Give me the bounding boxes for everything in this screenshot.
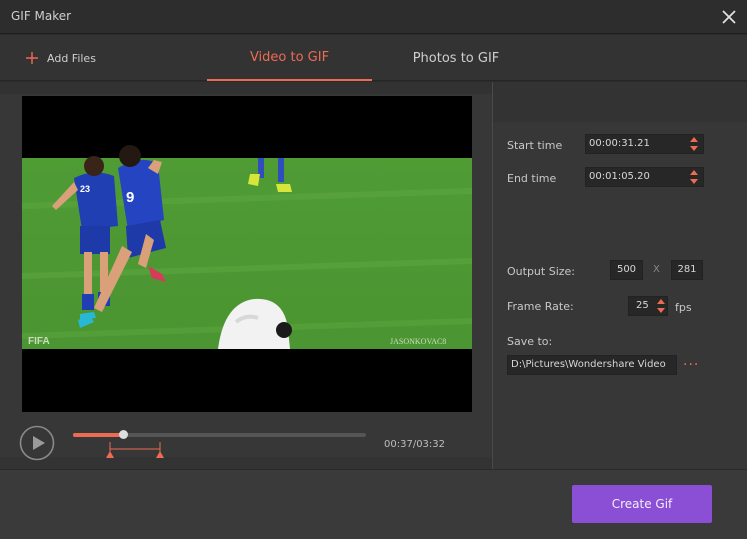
preview-bottom-strip — [0, 457, 492, 469]
title-bar: GIF Maker — [0, 0, 747, 34]
panel-divider — [492, 82, 493, 469]
close-icon[interactable] — [719, 7, 739, 27]
watermark-fifa: FIFA — [28, 336, 50, 347]
timeline-slider[interactable] — [73, 430, 366, 439]
start-time-label: Start time — [507, 139, 563, 152]
frame-rate-label: Frame Rate: — [507, 300, 574, 313]
window-title: GIF Maker — [11, 9, 72, 23]
jersey-number-23: 23 — [80, 184, 90, 194]
footer: Create Gif — [0, 469, 747, 539]
tab-photos-to-gif[interactable]: Photos to GIF — [372, 35, 540, 81]
time-readout: 00:37/03:32 — [384, 439, 446, 450]
frame-rate-spin-arrows-icon[interactable] — [656, 298, 666, 314]
play-icon — [19, 425, 55, 461]
tab-bar: Add Files Video to GIF Photos to GIF — [0, 35, 747, 81]
settings-top-strip — [493, 82, 747, 122]
video-preview: 23 9 FIFA JASONKOVAC8 — [22, 96, 472, 412]
size-separator: X — [653, 264, 660, 275]
timeline-progress — [73, 433, 123, 437]
frame-rate-unit: fps — [675, 301, 692, 314]
jersey-number-9: 9 — [126, 189, 134, 206]
timeline-knob[interactable] — [118, 430, 128, 439]
frame-rate-value: 25 — [636, 300, 649, 311]
end-time-label: End time — [507, 172, 557, 185]
range-end-marker-icon[interactable] — [156, 442, 164, 458]
range-start-marker-icon[interactable] — [106, 442, 114, 458]
save-to-label: Save to: — [507, 335, 553, 348]
plus-icon — [26, 52, 38, 64]
browse-more-icon[interactable]: ··· — [683, 357, 699, 373]
play-button[interactable] — [19, 425, 55, 461]
preview-top-strip — [0, 82, 492, 94]
end-time-input[interactable]: 00:01:05.20 — [585, 167, 704, 187]
start-time-input[interactable]: 00:00:31.21 — [585, 134, 704, 154]
save-path-input[interactable]: D:\Pictures\Wondershare Video — [507, 355, 677, 375]
tab-video-to-gif[interactable]: Video to GIF — [207, 35, 372, 81]
add-files-label: Add Files — [47, 51, 96, 65]
output-width-input[interactable]: 500 — [610, 260, 643, 280]
watermark-channel: JASONKOVAC8 — [390, 337, 446, 346]
end-time-spin-arrows-icon[interactable] — [689, 169, 699, 185]
add-files-button[interactable]: Add Files — [24, 49, 96, 67]
range-markers — [104, 440, 168, 460]
start-time-spin-arrows-icon[interactable] — [689, 136, 699, 152]
main-content: 23 9 FIFA JASONKOVAC8 00:37/03:32 Start … — [0, 82, 747, 469]
create-gif-button[interactable]: Create Gif — [572, 485, 712, 523]
output-size-label: Output Size: — [507, 265, 575, 278]
output-height-input[interactable]: 281 — [671, 260, 703, 280]
